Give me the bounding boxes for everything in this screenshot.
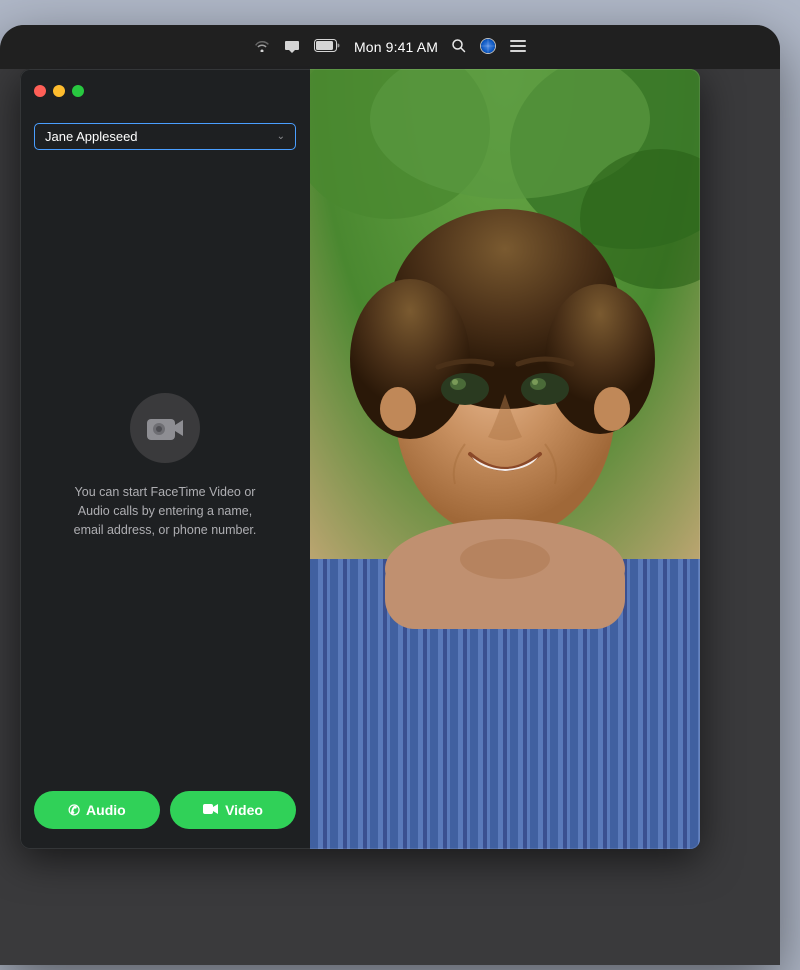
app-window: Jane Appleseed ⌄ You can start FaceTime … xyxy=(20,69,700,849)
call-buttons: ✆ Audio Video xyxy=(20,777,310,849)
video-icon xyxy=(203,802,219,818)
camera-icon xyxy=(146,414,184,442)
menu-bar: Mon 9:41 AM xyxy=(0,25,780,69)
contact-input[interactable]: Jane Appleseed ⌄ xyxy=(34,123,296,150)
name-input-area: Jane Appleseed ⌄ xyxy=(20,113,310,156)
battery-icon xyxy=(314,39,340,55)
camera-icon-container xyxy=(130,393,200,463)
airplay-icon xyxy=(284,39,300,56)
audio-call-button[interactable]: ✆ Audio xyxy=(34,791,160,829)
person-portrait xyxy=(310,69,700,849)
menu-bar-time: Mon 9:41 AM xyxy=(354,39,438,55)
left-panel: Jane Appleseed ⌄ You can start FaceTime … xyxy=(20,69,310,849)
safari-icon[interactable] xyxy=(480,38,496,57)
search-icon[interactable] xyxy=(452,39,466,56)
minimize-button[interactable] xyxy=(53,85,65,97)
laptop-frame: Mon 9:41 AM xyxy=(0,25,780,965)
hint-text: You can start FaceTime Video or Audio ca… xyxy=(65,483,265,539)
contact-photo-panel xyxy=(310,69,700,849)
maximize-button[interactable] xyxy=(72,85,84,97)
empty-state: You can start FaceTime Video or Audio ca… xyxy=(20,156,310,777)
contact-name: Jane Appleseed xyxy=(45,129,138,144)
chevron-down-icon: ⌄ xyxy=(277,131,285,142)
traffic-lights xyxy=(34,85,84,97)
audio-button-label: Audio xyxy=(86,802,126,818)
video-call-button[interactable]: Video xyxy=(170,791,296,829)
menu-icon[interactable] xyxy=(510,39,526,55)
close-button[interactable] xyxy=(34,85,46,97)
phone-icon: ✆ xyxy=(68,802,80,819)
wifi-icon xyxy=(254,39,270,55)
title-bar xyxy=(20,69,310,113)
video-button-label: Video xyxy=(225,802,263,818)
